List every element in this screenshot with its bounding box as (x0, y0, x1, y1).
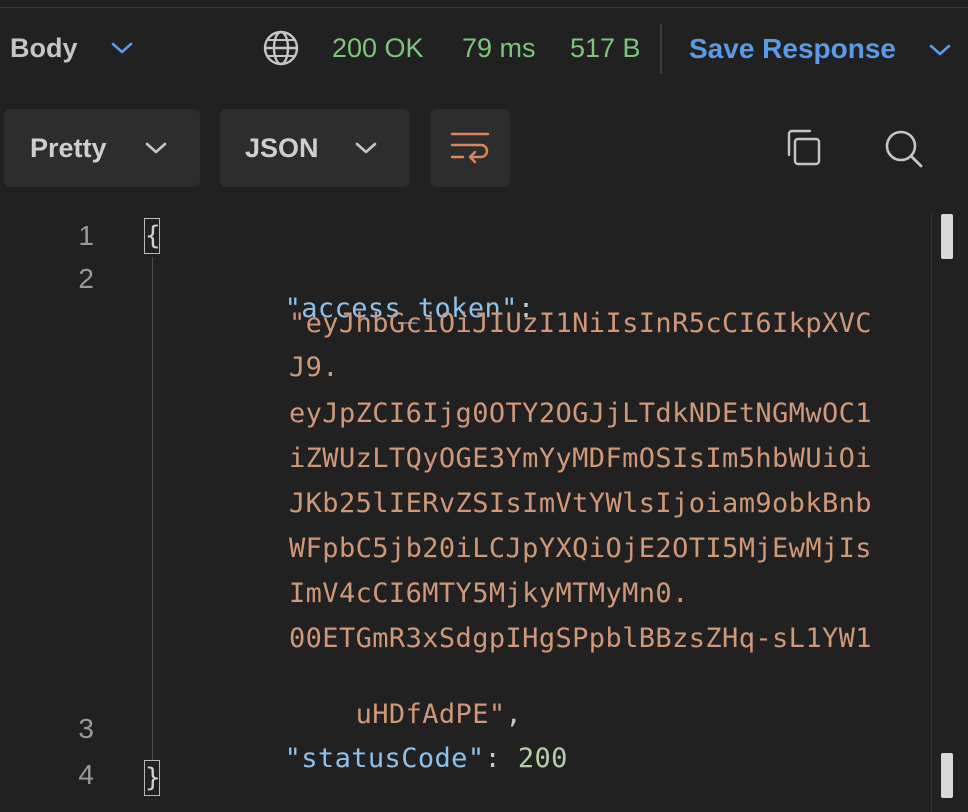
globe-icon[interactable] (262, 29, 300, 67)
chevron-down-icon[interactable] (110, 39, 134, 57)
json-string-segment: eyJpZCI6Ijg0OTY2OGJjLTdkNDEtNGMwOC1 (289, 398, 872, 429)
wrap-lines-icon (450, 132, 490, 164)
wrap-lines-button[interactable] (430, 109, 510, 187)
json-colon: : (484, 743, 518, 774)
line-number: 3 (78, 713, 94, 744)
json-status-line: "statusCode": 200 (218, 712, 568, 805)
status-code[interactable]: 200 OK (332, 33, 424, 64)
line-number: 2 (78, 263, 94, 294)
line-number: 4 (78, 759, 94, 790)
json-string-segment: "eyJhbGciOiJIUzI1NiIsInR5cCI6IkpXVC (289, 308, 872, 339)
json-string-segment: iZWUzLTQyOGE3YmYyMDFmOSIsIm5hbWUiOi (289, 443, 872, 474)
language-select[interactable]: JSON (220, 109, 410, 187)
header-divider (660, 24, 662, 74)
language-select-label: JSON (245, 133, 319, 163)
json-string-segment: 00ETGmR3xSdgpIHgSPpblBBzsZHq-sL1YW1 (289, 623, 872, 654)
response-size[interactable]: 517 B (570, 33, 641, 64)
close-brace: } (144, 760, 161, 796)
chevron-down-icon (355, 142, 377, 154)
json-number: 200 (517, 743, 568, 774)
indent-guide (152, 257, 153, 760)
copy-icon[interactable] (786, 128, 824, 168)
search-icon[interactable] (883, 128, 925, 170)
save-response-button[interactable]: Save Response (689, 33, 896, 65)
scrollbar-track[interactable] (931, 214, 932, 812)
top-divider (0, 0, 968, 8)
chevron-down-icon[interactable] (928, 41, 952, 59)
json-key: "statusCode" (284, 743, 485, 774)
body-tab-label[interactable]: Body (10, 33, 78, 64)
json-string-segment: J9. (289, 352, 339, 383)
line-number: 1 (78, 220, 94, 251)
format-select[interactable]: Pretty (4, 109, 200, 187)
open-brace: { (144, 218, 161, 254)
json-string-segment: ImV4cCI6MTY5MjkyMTMyMn0. (289, 578, 689, 609)
json-string-segment: WFpbC5jb20iLCJpYXQiOjE2OTI5MjEwMjIs (289, 533, 872, 564)
scrollbar-thumb[interactable] (941, 214, 953, 259)
json-string-segment: JKb25lIERvZSIsImVtYWlsIjoiam9obkBnb (289, 488, 872, 519)
chevron-down-icon (145, 142, 167, 154)
format-select-label: Pretty (30, 133, 107, 163)
scrollbar-thumb[interactable] (941, 753, 953, 798)
response-time[interactable]: 79 ms (462, 33, 536, 64)
